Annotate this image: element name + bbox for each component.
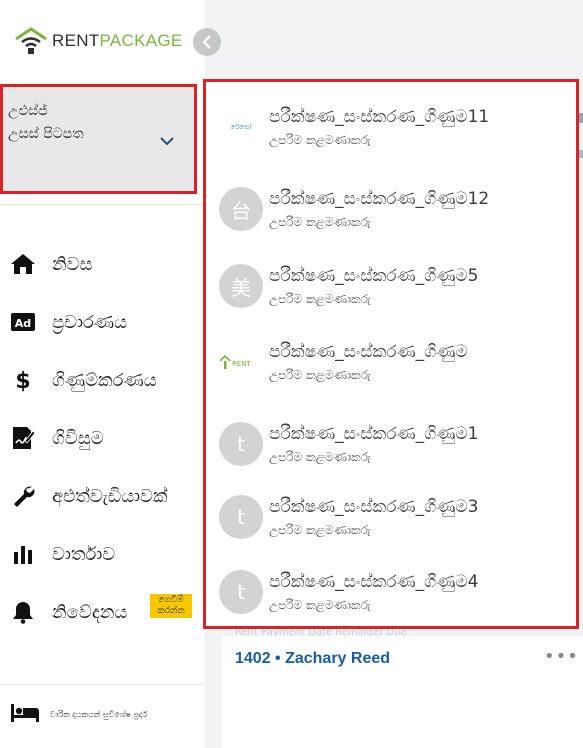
account-role: උසස් පිටපත (8, 126, 84, 142)
house-wifi-logo-icon (14, 26, 48, 56)
dollar-icon: $ (10, 367, 36, 393)
sidebar-item-home[interactable]: නිවස (0, 244, 205, 284)
home-icon (10, 251, 36, 277)
account-option-role: උපරිම කළමණාකරු (269, 523, 371, 537)
sidebar-item-report[interactable]: වාර්තාව (0, 534, 205, 574)
pay-now-badge[interactable]: ගෙවීම් කරන්න (150, 594, 192, 618)
account-option-name: පරීක්ෂණ_සංස්කරණ_ගිණුම12 (269, 189, 490, 209)
account-option-name: පරීක්ෂණ_සංස්කරණ_ගිණුම (269, 342, 468, 362)
premium-subscriber-link[interactable]: වාරික දායකයන් සුවිශේෂ ප්‍රදර් (50, 710, 147, 720)
account-option[interactable]: RENT පරීක්ෂණ_සංස්කරණ_ගිණුම උපරිම කළමණාකර… (216, 340, 566, 400)
account-dropdown: රෙසෝ පරීක්ෂණ_සංස්කරණ_ගිණුම11 උපරිම කළමණා… (203, 79, 579, 629)
account-option[interactable]: 美 පරීක්ෂණ_සංස්කරණ_ගිණුම5 උපරිම කළමණාකරු (216, 264, 566, 324)
account-option-name: පරීක්ෂණ_සංස්කරණ_ගිණුම5 (269, 266, 479, 286)
logo[interactable]: RENTPACKAGE (14, 26, 183, 56)
sidebar-item-label: වාර්තාව (52, 543, 116, 565)
account-option-role: උපරිම කළමණාකරු (269, 368, 371, 382)
avatar: 美 (219, 264, 263, 308)
sidebar-item-label: ගිවිසුම (52, 427, 104, 449)
sidebar-item-notice[interactable]: නිවේදනය ගෙවීම් කරන්න (0, 592, 205, 632)
account-option-role: උපරිම කළමණාකරු (269, 598, 371, 612)
logo-text-rent: RENT (52, 31, 100, 50)
contract-icon (10, 425, 36, 451)
bed-icon (11, 704, 39, 722)
ad-icon: Ad (10, 309, 36, 335)
sidebar-item-advertising[interactable]: Ad ප්‍රචාරණය (0, 302, 205, 342)
tenant-card[interactable]: 1402 • Zachary Reed ••• (222, 636, 583, 748)
avatar: 台 (219, 187, 263, 231)
more-horizontal-icon[interactable]: ••• (544, 646, 579, 667)
wrench-icon (10, 483, 36, 509)
logo-text-package: PACKAGE (99, 31, 183, 50)
avatar: t (219, 495, 263, 539)
sidebar-item-contract[interactable]: ගිවිසුම (0, 418, 205, 458)
account-option-role: උපරිම කළමණාකරු (269, 292, 371, 306)
chevron-down-icon[interactable] (160, 134, 174, 148)
account-option[interactable]: රෙසෝ පරීක්ෂණ_සංස්කරණ_ගිණුම11 උපරිම කළමණා… (216, 105, 566, 165)
avatar: t (219, 422, 263, 466)
bell-icon (10, 599, 36, 625)
sidebar: RENTPACKAGE උඑස්ජ් උසස් පිටපත නිවස Ad ප්… (0, 0, 205, 748)
sidebar-item-label: ප්‍රචාරණය (52, 311, 128, 333)
sidebar-item-accounting[interactable]: $ ගිණුම්කරණය (0, 360, 205, 400)
svg-text:Ad: Ad (15, 317, 31, 330)
account-option[interactable]: t පරීක්ෂණ_සංස්කරණ_ගිණුම3 උපරිම කළමණාකරු (216, 495, 566, 555)
logo-text: RENTPACKAGE (52, 31, 183, 51)
bar-chart-icon (10, 541, 36, 567)
chevron-left-icon[interactable] (193, 28, 221, 56)
rentpackage-logo-icon: RENT (219, 340, 263, 384)
sidebar-item-label: නිවස (52, 253, 93, 275)
svg-text:$: $ (15, 369, 30, 393)
sidebar-item-label: නිවේදනය (52, 601, 128, 623)
account-logo-icon: රෙසෝ (219, 105, 263, 149)
account-option-name: පරීක්ෂණ_සංස්කරණ_ගිණුම3 (269, 497, 479, 517)
account-name: උඑස්ජ් (8, 103, 48, 119)
sidebar-item-label: අළුත්වැඩියාවක් (52, 485, 168, 507)
account-option[interactable]: 台 පරීක්ෂණ_සංස්කරණ_ගිණුම12 උපරිම කළමණාකරු (216, 187, 566, 247)
account-option[interactable]: t පරීක්ෂණ_සංස්කරණ_ගිණුම4 උපරිම කළමණාකරු (216, 570, 566, 630)
tenant-card-title[interactable]: 1402 • Zachary Reed (235, 650, 390, 668)
account-option-role: උපරිම කළමණාකරු (269, 215, 371, 229)
divider (0, 684, 205, 685)
svg-text:RENT: RENT (232, 360, 252, 368)
sidebar-item-label: ගිණුම්කරණය (52, 369, 157, 391)
account-option[interactable]: t පරීක්ෂණ_සංස්කරණ_ගිණුම1 උපරිම කළමණාකරු (216, 422, 566, 482)
sidebar-item-repairs[interactable]: අළුත්වැඩියාවක් (0, 476, 205, 516)
account-option-name: පරීක්ෂණ_සංස්කරණ_ගිණුම4 (269, 572, 479, 592)
divider (0, 204, 205, 205)
account-option-name: පරීක්ෂණ_සංස්කරණ_ගිණුම1 (269, 424, 479, 444)
avatar: t (219, 570, 263, 614)
account-option-role: උපරිම කළමණාකරු (269, 450, 371, 464)
account-option-name: පරීක්ෂණ_සංස්කරණ_ගිණුම11 (269, 107, 490, 127)
account-logo-text: රෙසෝ (230, 122, 252, 131)
account-option-role: උපරිම කළමණාකරු (269, 133, 371, 147)
account-switcher[interactable]: උඑස්ජ් උසස් පිටපත (0, 84, 197, 194)
